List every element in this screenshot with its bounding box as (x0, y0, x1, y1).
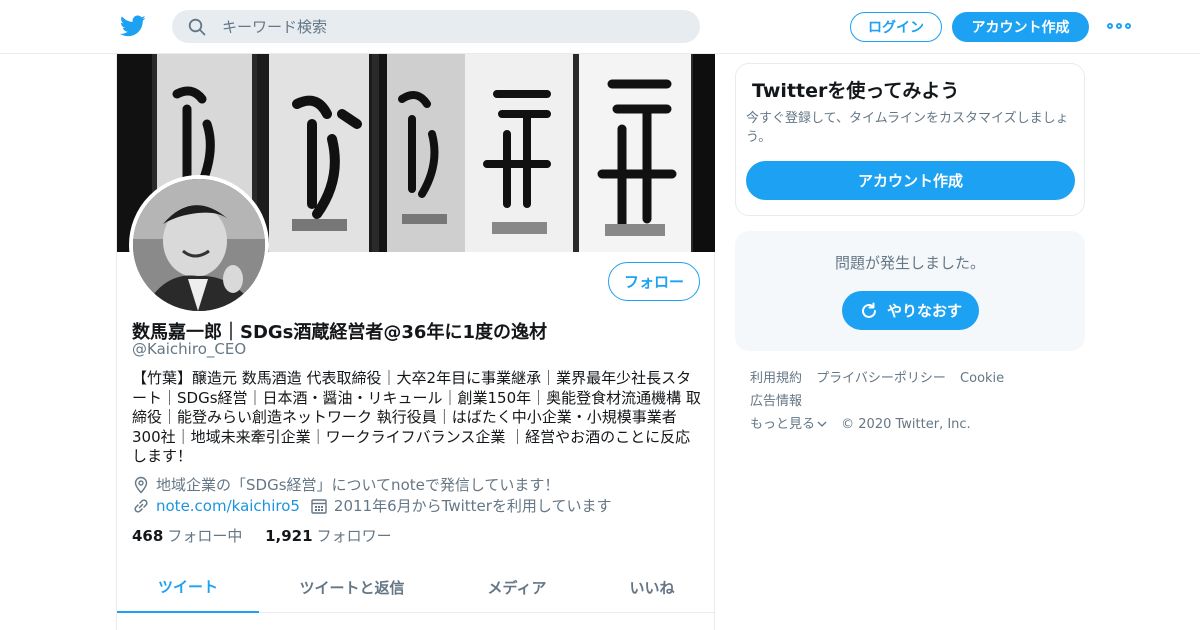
signup-card-button[interactable]: アカウント作成 (746, 161, 1075, 200)
top-bar: ログイン アカウント作成 (0, 0, 1200, 54)
footer-link-cookie[interactable]: Cookie (960, 371, 1004, 386)
footer: 利用規約 プライバシーポリシー Cookie 広告情報 もっと見る © 2020… (750, 367, 1080, 436)
location-pin-icon (134, 476, 148, 494)
followers-stat[interactable]: 1,921 フォロワー (265, 527, 391, 545)
retry-label: やりなおす (886, 302, 962, 320)
profile-stats: 468 フォロー中 1,921 フォロワー (132, 525, 392, 546)
follow-button[interactable]: フォロー (608, 262, 700, 301)
footer-copyright: © 2020 Twitter, Inc. (841, 417, 971, 432)
profile-location: 地域企業の「SDGs経営」についてnoteで発信しています！ (132, 474, 559, 495)
footer-link-ads[interactable]: 広告情報 (750, 394, 802, 409)
signup-button[interactable]: アカウント作成 (952, 12, 1089, 42)
footer-links-row: 利用規約 プライバシーポリシー Cookie 広告情報 (750, 367, 1080, 413)
profile-handle[interactable]: @Kaichiro_CEO (132, 340, 246, 358)
twitter-bird-icon[interactable] (119, 13, 147, 39)
search-icon (188, 18, 206, 36)
footer-second-row: もっと見る © 2020 Twitter, Inc. (750, 413, 1080, 436)
avatar[interactable] (129, 175, 269, 315)
tab-tweets[interactable]: ツイート (117, 562, 259, 613)
signup-card-title: Twitterを使ってみよう (752, 80, 960, 102)
error-card: 問題が発生しました。 やりなおす (735, 231, 1085, 351)
following-stat[interactable]: 468 フォロー中 (132, 527, 242, 545)
profile-tabs: ツイート ツイートと返信 メディア いいね (117, 562, 715, 613)
link-icon (134, 498, 148, 513)
location-text: 地域企業の「SDGs経営」についてnoteで発信しています！ (156, 476, 560, 494)
profile-url-joined: note.com/kaichiro5 2011年6月からTwitterを利用して… (132, 495, 611, 516)
profile-column: フォロー 数馬嘉一郎｜SDGs酒蔵経営者@36年に1度の逸材 @Kaichiro… (116, 54, 715, 630)
error-message: 問題が発生しました。 (834, 254, 985, 272)
tab-tweets-and-replies[interactable]: ツイートと返信 (277, 562, 427, 613)
signup-card-description: 今すぐ登録して、タイムラインをカスタマイズしましょう。 (746, 111, 1069, 145)
signup-card: Twitterを使ってみよう 今すぐ登録して、タイムラインをカスタマイズしましょ… (735, 63, 1085, 216)
login-button[interactable]: ログイン (850, 12, 942, 42)
calendar-icon (311, 498, 327, 514)
footer-link-terms[interactable]: 利用規約 (750, 371, 802, 386)
search-bar[interactable] (172, 10, 700, 43)
profile-url-link[interactable]: note.com/kaichiro5 (156, 497, 300, 515)
more-dots-icon[interactable] (1107, 21, 1131, 31)
search-input[interactable] (222, 10, 682, 43)
footer-link-privacy[interactable]: プライバシーポリシー (816, 371, 946, 386)
footer-more[interactable]: もっと見る (750, 417, 827, 432)
joined-date: 2011年6月からTwitterを利用しています (333, 497, 612, 515)
tab-media[interactable]: メディア (457, 562, 577, 613)
refresh-icon (862, 302, 876, 318)
chevron-down-icon (817, 421, 827, 427)
retry-button[interactable]: やりなおす (842, 291, 979, 330)
tab-likes[interactable]: いいね (597, 562, 707, 613)
profile-bio: 【竹葉】醸造元 数馬酒造 代表取締役｜大卒2年目に事業継承｜業界最年少社長スター… (132, 369, 701, 465)
